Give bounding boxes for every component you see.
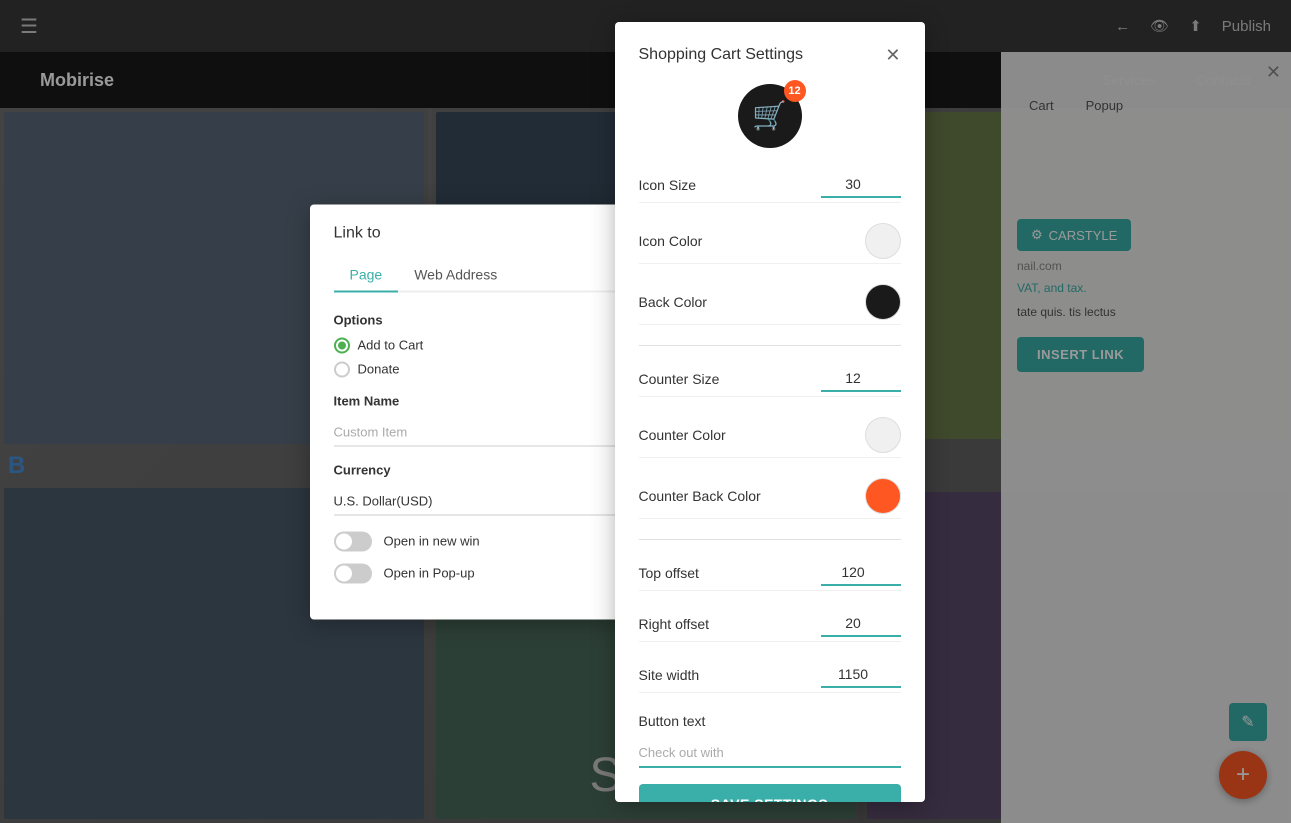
icon-color-swatch[interactable]: [865, 223, 901, 259]
button-text-input[interactable]: [639, 739, 901, 768]
counter-size-label: Counter Size: [639, 371, 720, 387]
right-offset-row: Right offset: [639, 611, 901, 642]
cart-settings-close-icon[interactable]: ✕: [885, 46, 900, 64]
shopping-cart-icon: 🛒: [752, 99, 787, 132]
open-new-window-label: Open in new win: [384, 534, 480, 549]
open-new-window-toggle[interactable]: [334, 531, 372, 551]
icon-color-row: Icon Color: [639, 223, 901, 264]
top-offset-row: Top offset: [639, 560, 901, 591]
icon-color-label: Icon Color: [639, 233, 703, 249]
counter-size-row: Counter Size: [639, 366, 901, 397]
counter-back-color-label: Counter Back Color: [639, 488, 761, 504]
cart-icon-preview: 🛒 12: [639, 84, 901, 148]
tab-web-address[interactable]: Web Address: [398, 258, 513, 292]
add-to-cart-label: Add to Cart: [358, 338, 424, 353]
button-text-section: Button text: [639, 713, 901, 768]
cart-settings-title: Shopping Cart Settings: [639, 46, 804, 64]
divider-2: [639, 539, 901, 540]
icon-size-label: Icon Size: [639, 177, 697, 193]
button-text-label: Button text: [639, 713, 901, 729]
counter-back-color-row: Counter Back Color: [639, 478, 901, 519]
site-width-label: Site width: [639, 667, 700, 683]
donate-radio[interactable]: [334, 361, 350, 377]
divider: [639, 345, 901, 346]
back-color-label: Back Color: [639, 294, 707, 310]
counter-color-label: Counter Color: [639, 427, 726, 443]
open-popup-toggle[interactable]: [334, 563, 372, 583]
icon-size-input[interactable]: [821, 172, 901, 198]
cart-icon-circle: 🛒 12: [738, 84, 802, 148]
add-to-cart-radio[interactable]: [334, 337, 350, 353]
top-offset-label: Top offset: [639, 565, 699, 581]
top-offset-input[interactable]: [821, 560, 901, 586]
icon-size-row: Icon Size: [639, 172, 901, 203]
open-popup-label: Open in Pop-up: [384, 566, 475, 581]
donate-label: Donate: [358, 362, 400, 377]
counter-size-input[interactable]: [821, 366, 901, 392]
counter-color-row: Counter Color: [639, 417, 901, 458]
back-color-swatch[interactable]: [865, 284, 901, 320]
right-offset-input[interactable]: [821, 611, 901, 637]
back-color-row: Back Color: [639, 284, 901, 325]
right-offset-label: Right offset: [639, 616, 710, 632]
cart-dialog-header: Shopping Cart Settings ✕: [639, 46, 901, 64]
site-width-input[interactable]: [821, 662, 901, 688]
save-settings-button[interactable]: SAVE SETTINGS: [639, 784, 901, 802]
counter-back-color-swatch[interactable]: [865, 478, 901, 514]
counter-color-swatch[interactable]: [865, 417, 901, 453]
site-width-row: Site width: [639, 662, 901, 693]
cart-badge: 12: [784, 80, 806, 102]
tab-page[interactable]: Page: [334, 258, 399, 292]
cart-settings-dialog: Shopping Cart Settings ✕ 🛒 12 Icon Size …: [615, 22, 925, 802]
